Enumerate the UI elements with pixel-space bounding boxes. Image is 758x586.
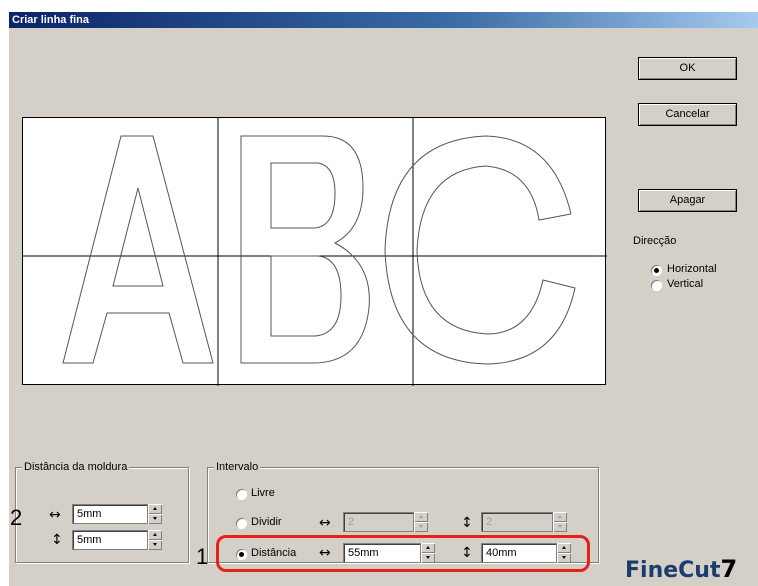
divide-horizontal-field[interactable]: 2 (343, 512, 414, 532)
logo-version: 7 (720, 555, 738, 583)
distance-horizontal-stepper[interactable]: 55mm (343, 543, 435, 563)
finecut-logo: FineCut7 (625, 555, 737, 583)
distance-horizontal-field[interactable]: 55mm (343, 543, 421, 563)
interval-divide-radio[interactable] (236, 518, 247, 529)
distance-vertical-stepper[interactable]: 40mm (481, 543, 571, 563)
divide-vertical-field[interactable]: 2 (481, 512, 553, 532)
horizontal-arrow-icon: ↔ (319, 545, 331, 561)
letter-b-outline (240, 135, 370, 364)
spin-up-icon[interactable] (148, 504, 162, 514)
preview-canvas[interactable] (22, 117, 607, 386)
divide-horizontal-stepper[interactable]: 2 (343, 512, 428, 532)
vertical-arrow-icon: ↕ (461, 545, 473, 561)
delete-button-label: Apagar (669, 194, 706, 206)
spin-down-icon[interactable] (148, 540, 162, 550)
horizontal-arrow-icon: ↔ (49, 507, 61, 523)
interval-free-radio[interactable] (236, 489, 247, 500)
cancel-button[interactable]: Cancelar (638, 103, 737, 126)
frame-distance-horizontal-field[interactable]: 5mm (72, 504, 148, 524)
frame-distance-title: Distância da moldura (22, 461, 130, 473)
delete-button[interactable]: Apagar (638, 189, 737, 212)
spin-up-icon[interactable] (148, 530, 162, 540)
logo-text: FineCut (625, 558, 721, 583)
interval-divide-label: Dividir (251, 516, 282, 528)
spin-up-icon[interactable] (414, 512, 428, 522)
spin-up-icon[interactable] (557, 543, 571, 553)
callout-number-one: 1 (196, 544, 209, 569)
ok-button[interactable]: OK (638, 57, 737, 80)
horizontal-arrow-icon: ↔ (319, 515, 331, 531)
divide-vertical-stepper[interactable]: 2 (481, 512, 567, 532)
spin-down-icon[interactable] (148, 514, 162, 524)
frame-distance-vertical-stepper[interactable]: 5mm (72, 530, 162, 550)
frame-distance-vertical-field[interactable]: 5mm (72, 530, 148, 550)
interval-free-label: Livre (251, 487, 275, 499)
direction-label: Direcção (633, 235, 677, 247)
direction-vertical-label: Vertical (667, 278, 704, 290)
spin-down-icon[interactable] (414, 522, 428, 532)
interval-distance-label: Distância (251, 547, 297, 559)
letter-a-outline (62, 135, 214, 364)
callout-number-two: 2 (10, 505, 23, 530)
spin-up-icon[interactable] (421, 543, 435, 553)
spin-up-icon[interactable] (553, 512, 567, 522)
spin-down-icon[interactable] (557, 553, 571, 563)
frame-distance-horizontal-stepper[interactable]: 5mm (72, 504, 162, 524)
distance-vertical-field[interactable]: 40mm (481, 543, 557, 563)
spin-down-icon[interactable] (421, 553, 435, 563)
interval-distance-radio[interactable] (236, 549, 247, 560)
spin-down-icon[interactable] (553, 522, 567, 532)
cancel-button-label: Cancelar (665, 108, 710, 120)
preview-svg (23, 118, 607, 386)
vertical-arrow-icon: ↕ (461, 515, 473, 531)
interval-title: Intervalo (214, 461, 261, 473)
ok-button-label: OK (679, 62, 696, 74)
window-title: Criar linha fina (9, 12, 758, 28)
direction-horizontal-radio[interactable] (651, 265, 662, 276)
vertical-arrow-icon: ↕ (51, 532, 63, 548)
direction-horizontal-label: Horizontal (667, 263, 717, 275)
direction-vertical-radio[interactable] (651, 280, 662, 291)
